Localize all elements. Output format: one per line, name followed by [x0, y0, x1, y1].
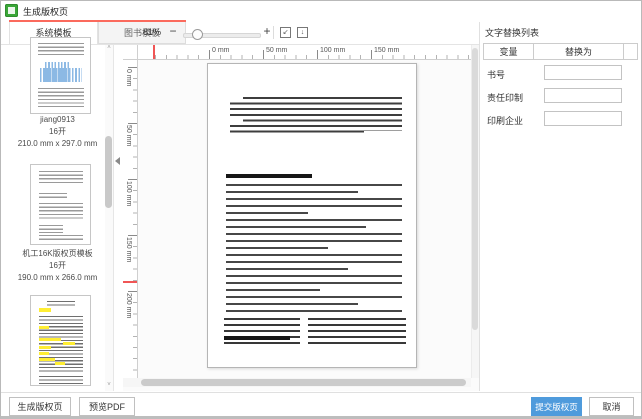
doc-bold-notice — [224, 336, 290, 340]
hruler-label: 50 mm — [266, 47, 287, 54]
thumb-text-block — [39, 193, 67, 199]
thumb-highlight — [39, 352, 49, 355]
template-size: 16开 — [1, 126, 114, 138]
panel-divider — [479, 22, 480, 391]
zoom-out-button[interactable]: − — [166, 24, 180, 40]
thumb-text-block — [38, 43, 84, 56]
template-dimensions: 190.0 mm x 266.0 mm — [1, 272, 114, 284]
template-dimensions: 210.0 mm x 297.0 mm — [1, 138, 114, 150]
column-replace-with: 替换为 — [534, 44, 624, 60]
window: 生成版权页 系统模板 图书模板 81% − + ↙ ↓ jiang0913 16… — [0, 0, 642, 419]
replace-panel-title: 文字替换列表 — [485, 26, 539, 39]
document-page-preview[interactable] — [207, 63, 417, 368]
replace-table-header: 变量 替换为 — [483, 43, 638, 60]
window-title: 生成版权页 — [23, 5, 68, 18]
template-name: jiang0913 — [1, 114, 114, 126]
zoom-level-label: 81% — [143, 27, 161, 37]
thumb-text-block — [39, 203, 83, 219]
canvas-hscroll-thumb[interactable] — [141, 379, 466, 386]
ruler-corner — [123, 45, 138, 60]
submit-copyright-page-button[interactable]: 提交版权页 — [531, 397, 582, 416]
generate-copyright-page-button[interactable]: 生成版权页 — [9, 397, 71, 416]
thumb-highlight — [39, 308, 51, 312]
thumb-highlight — [39, 338, 61, 341]
chevron-down-icon[interactable]: ˅ — [105, 382, 113, 388]
thumb-highlight — [39, 346, 51, 349]
template-name: 机工16K版权页模板 — [1, 248, 114, 260]
hruler-label: 150 mm — [374, 47, 399, 54]
hruler-label: 0 mm — [212, 47, 230, 54]
fit-width-icon[interactable]: ↓ — [297, 27, 308, 38]
zoom-slider-thumb[interactable] — [192, 29, 203, 40]
column-variable: 变量 — [484, 44, 534, 60]
sidebar-scrollbar-thumb[interactable] — [105, 136, 112, 208]
thumb-chart-bars — [45, 62, 69, 82]
column-extra — [624, 44, 637, 60]
doc-cip-heading — [226, 174, 312, 178]
doc-contact-left — [224, 318, 300, 346]
template-thumbnail-highlighted[interactable] — [30, 295, 91, 386]
thumb-highlight — [39, 326, 49, 329]
template-sidebar: jiang0913 16开 210.0 mm x 297.0 mm 机工16K版… — [1, 45, 114, 391]
doc-contact-right — [308, 318, 406, 346]
sidebar-scrollbar[interactable] — [105, 45, 113, 391]
vruler-label: 150 mm — [125, 237, 132, 262]
ruler-cursor-marker-v — [123, 281, 137, 283]
app-icon — [5, 4, 18, 17]
thumb-text-block — [47, 301, 75, 307]
chevron-up-icon[interactable]: ˄ — [105, 45, 113, 51]
horizontal-ruler: 0 mm 50 mm 100 mm 150 mm — [138, 45, 471, 60]
input-print-company[interactable] — [544, 111, 622, 126]
vruler-label: 0 mm — [125, 69, 132, 87]
ruler-cursor-marker-h — [153, 45, 155, 59]
vruler-label: 200 mm — [125, 293, 132, 318]
title-bar: 生成版权页 — [1, 1, 641, 20]
row-label-print-manager: 责任印制 — [487, 91, 523, 104]
thumb-highlight — [39, 358, 55, 361]
thumb-text-block — [39, 225, 63, 233]
template-size: 16开 — [1, 260, 114, 272]
fit-page-icon[interactable]: ↙ — [280, 27, 291, 38]
preview-pdf-button[interactable]: 预览PDF — [79, 397, 135, 416]
thumb-text-block — [39, 171, 83, 185]
vruler-label: 50 mm — [125, 125, 132, 146]
thumb-text-block — [38, 88, 84, 108]
canvas-vscroll-thumb[interactable] — [472, 48, 478, 330]
template-thumbnail-jiang0913[interactable] — [30, 37, 91, 114]
thumb-text-block — [39, 376, 83, 384]
cancel-button[interactable]: 取消 — [589, 397, 634, 416]
thumb-highlight — [55, 362, 65, 365]
footer-separator — [1, 392, 641, 393]
zoom-in-button[interactable]: + — [260, 24, 274, 40]
template-thumbnail-16k[interactable] — [30, 164, 91, 245]
vruler-label: 100 mm — [125, 181, 132, 206]
input-book-number[interactable] — [544, 65, 622, 80]
thumb-highlight — [63, 342, 75, 345]
row-label-book-number: 书号 — [487, 68, 505, 81]
toolbar-separator — [273, 26, 274, 39]
row-label-print-company: 印刷企业 — [487, 114, 523, 127]
hruler-label: 100 mm — [320, 47, 345, 54]
doc-cip-block — [226, 184, 402, 316]
thumb-text-block — [39, 235, 83, 242]
sidebar-collapse-icon[interactable] — [115, 157, 120, 165]
vertical-ruler: 0 mm 50 mm 100 mm 150 mm 200 mm — [123, 60, 138, 383]
input-print-manager[interactable] — [544, 88, 622, 103]
